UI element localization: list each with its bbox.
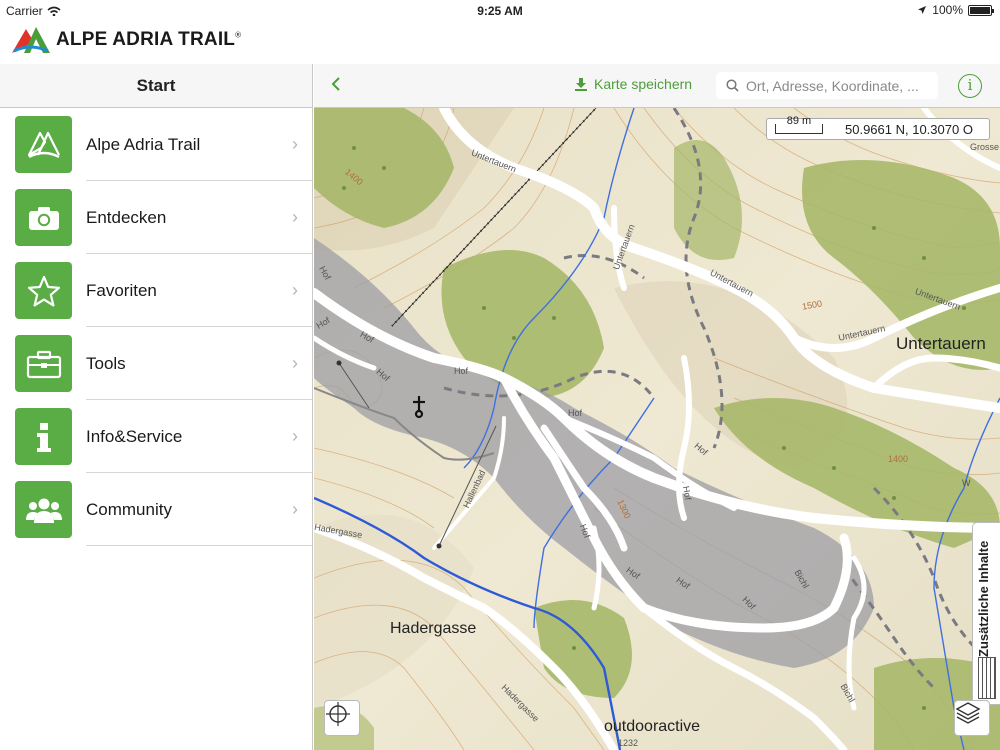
- sidebar-item-label: Alpe Adria Trail: [86, 134, 201, 154]
- toolbox-icon: [15, 335, 72, 392]
- map-panel: Karte speichern i: [314, 64, 1000, 750]
- place-label: Hadergasse: [390, 620, 477, 637]
- registered-mark: ®: [235, 30, 242, 40]
- street-label: W: [962, 478, 971, 488]
- crosshair-icon: [326, 702, 350, 726]
- chevron-right-icon: ›: [292, 134, 298, 154]
- scale-label: 89 m: [786, 115, 812, 127]
- search-input[interactable]: [746, 77, 926, 94]
- status-bar: Carrier 9:25 AM 100%: [0, 0, 1000, 22]
- drag-handle-icon[interactable]: [978, 657, 996, 699]
- map-view[interactable]: 89 m 50.9661 N, 10.3070 O Untertauern Ha…: [314, 108, 1000, 750]
- chevron-right-icon: ›: [292, 207, 298, 227]
- sidebar-title: Start: [0, 64, 312, 108]
- brand-bar: ALPE ADRIA TRAIL®: [0, 22, 1000, 64]
- location-arrow-icon: [918, 6, 927, 14]
- chevron-right-icon: ›: [292, 280, 298, 300]
- battery-icon: [968, 4, 994, 16]
- trail-logo-icon: [15, 116, 72, 173]
- sidebar-item-tools[interactable]: Tools ›: [0, 327, 312, 400]
- sidebar-item-community[interactable]: Community ›: [0, 473, 312, 546]
- battery-percent: 100%: [932, 3, 963, 17]
- save-map-button[interactable]: Karte speichern: [574, 76, 692, 92]
- map-graphics: [314, 108, 1000, 750]
- sidebar-item-info-service[interactable]: Info&Service ›: [0, 400, 312, 473]
- additional-content-tab[interactable]: Zusätzliche Inhalte: [972, 522, 1000, 705]
- back-button[interactable]: [330, 74, 350, 98]
- sidebar-item-label: Tools: [86, 353, 126, 373]
- chevron-right-icon: ›: [292, 499, 298, 519]
- map-layers-button[interactable]: [954, 700, 990, 736]
- search-box[interactable]: [716, 72, 938, 99]
- divider: [86, 545, 312, 546]
- search-icon: [726, 79, 739, 92]
- street-label: Hof: [568, 408, 583, 418]
- download-icon: [575, 78, 587, 91]
- save-map-label: Karte speichern: [594, 76, 693, 92]
- sidebar-item-favoriten[interactable]: Favoriten ›: [0, 254, 312, 327]
- chevron-left-icon: [331, 77, 340, 91]
- additional-content-label: Zusätzliche Inhalte: [976, 540, 991, 657]
- contour-label: 1400: [888, 454, 909, 464]
- community-icon: [15, 481, 72, 538]
- sidebar-item-label: Community: [86, 499, 172, 519]
- locate-me-button[interactable]: [324, 700, 360, 736]
- info-icon: [15, 408, 72, 465]
- layers-icon: [955, 702, 981, 724]
- map-attribution: outdooractive: [604, 718, 701, 735]
- sidebar-item-alpe-adria-trail[interactable]: Alpe Adria Trail ›: [0, 108, 312, 181]
- sidebar-item-label: Favoriten: [86, 280, 157, 300]
- street-label: 1232: [618, 738, 639, 748]
- info-button[interactable]: i: [958, 74, 982, 98]
- camera-icon: [15, 189, 72, 246]
- street-label: Hof: [454, 366, 469, 376]
- coordinates-readout: 50.9661 N, 10.3070 O: [845, 121, 973, 137]
- place-label: Untertauern: [896, 334, 986, 353]
- map-toolbar: Karte speichern i: [314, 64, 1000, 108]
- sidebar-item-label: Info&Service: [86, 426, 183, 446]
- clock: 9:25 AM: [477, 4, 523, 18]
- star-icon: [15, 262, 72, 319]
- alpe-adria-logo-icon: [12, 27, 50, 53]
- sidebar-item-entdecken[interactable]: Entdecken ›: [0, 181, 312, 254]
- brand-name: ALPE ADRIA TRAIL: [56, 29, 236, 50]
- sidebar-item-label: Entdecken: [86, 207, 167, 227]
- street-label: Hof: [680, 485, 694, 501]
- chevron-right-icon: ›: [292, 353, 298, 373]
- scale-and-coordinates: 89 m 50.9661 N, 10.3070 O: [766, 116, 990, 140]
- scale-bar: 89 m: [775, 116, 823, 134]
- app-logo: ALPE ADRIA TRAIL®: [10, 22, 241, 58]
- street-label: Grosse: [970, 142, 1000, 152]
- sidebar: Start Alpe Adria Trail › Entdecken › Fav…: [0, 64, 313, 750]
- chevron-right-icon: ›: [292, 426, 298, 446]
